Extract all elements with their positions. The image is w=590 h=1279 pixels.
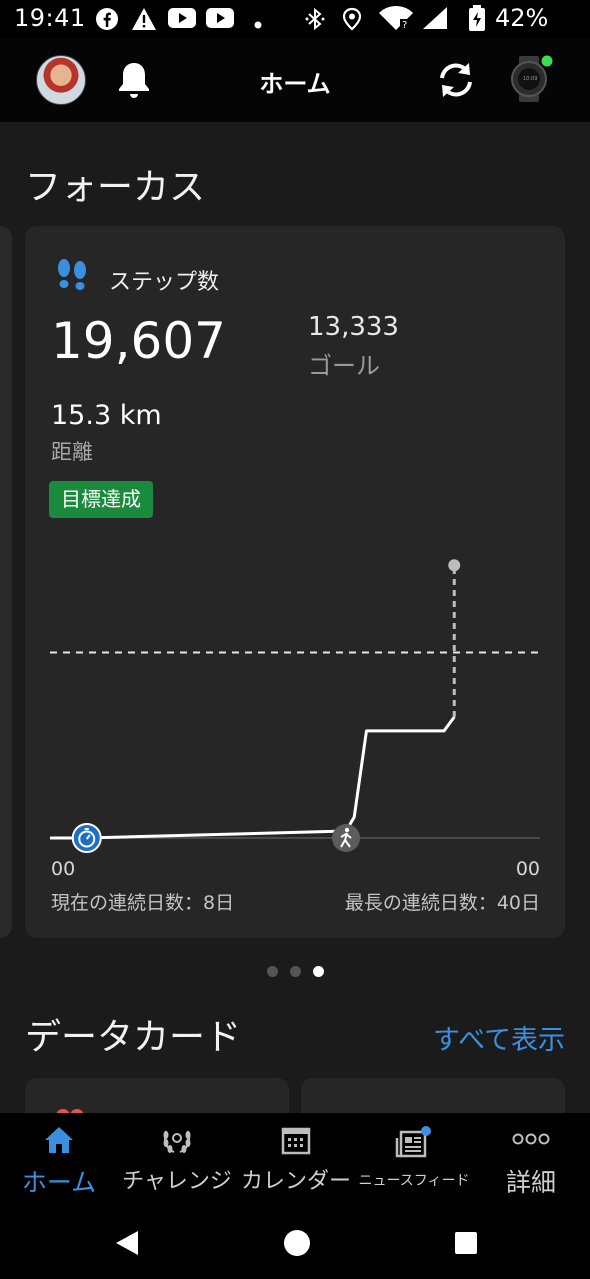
nav-challenges-label: チャレンジ — [122, 1169, 232, 1194]
top-app-bar: ホーム 10:09 — [0, 38, 590, 122]
wifi-icon: ? — [378, 5, 414, 35]
nav-home[interactable]: ホーム — [8, 1113, 110, 1205]
bottom-navigation: ホーム チャレンジ カレンダー ニュースフィード 詳細 — [0, 1113, 590, 1205]
facebook-icon — [95, 7, 119, 35]
steps-total-point — [448, 559, 461, 572]
status-time: 19:41 — [14, 4, 86, 32]
timer-icon — [71, 823, 102, 853]
steps-card[interactable]: ステップ数 19,607 13,333 ゴール 15.3 km 距離 目標達成 … — [25, 226, 565, 938]
watch-icon[interactable]: 10:09 — [508, 54, 554, 108]
current-streak-label: 現在の連続日数：8日 — [51, 892, 235, 914]
newsfeed-icon — [395, 1125, 433, 1163]
steps-chart — [50, 559, 540, 853]
sync-icon[interactable] — [434, 58, 478, 106]
pager-dot-active[interactable] — [312, 966, 324, 977]
pager-dot[interactable] — [266, 966, 278, 977]
focus-pager[interactable] — [0, 962, 590, 981]
data-card[interactable] — [25, 1078, 289, 1113]
location-icon — [342, 7, 362, 35]
bluetooth-icon — [305, 7, 325, 35]
previous-focus-card[interactable] — [0, 226, 12, 938]
battery-percent: 42% — [495, 4, 549, 32]
nav-more-label: 詳細 — [505, 1168, 556, 1197]
heart-icon — [55, 1106, 85, 1113]
nav-newsfeed[interactable]: ニュースフィード — [356, 1113, 472, 1205]
walking-icon — [332, 824, 361, 852]
battery-icon — [468, 4, 486, 36]
pager-dot[interactable] — [289, 966, 301, 977]
nav-more[interactable]: 詳細 — [480, 1113, 582, 1205]
data-card[interactable] — [301, 1078, 565, 1113]
longest-streak-label: 最長の連続日数：40日 — [344, 892, 540, 914]
status-bar: 19:41 ? 42% — [0, 0, 590, 38]
x-tick-end: 00 — [515, 858, 540, 880]
home-button-icon[interactable] — [283, 1229, 311, 1261]
signal-icon — [422, 6, 448, 34]
nav-newsfeed-label: ニュースフィード — [358, 1173, 470, 1189]
focus-section-title: フォーカス — [25, 167, 206, 208]
page-title: ホーム — [259, 70, 331, 98]
nav-calendar-label: カレンダー — [240, 1169, 351, 1194]
youtube-icon — [168, 7, 196, 33]
nav-challenges[interactable]: チャレンジ — [118, 1113, 236, 1205]
laurel-icon — [160, 1125, 194, 1159]
recents-icon[interactable] — [454, 1231, 478, 1259]
home-icon — [43, 1125, 75, 1159]
x-tick-start: 00 — [51, 858, 76, 880]
nav-home-label: ホーム — [21, 1168, 97, 1197]
youtube-icon — [206, 7, 234, 33]
home-content[interactable]: フォーカス ステップ数 19,607 13,333 ゴール 15.3 km 距離… — [0, 122, 590, 1113]
steps-series-line — [50, 716, 456, 840]
back-icon[interactable] — [114, 1229, 140, 1261]
data-cards-section-title: データカード — [25, 1017, 242, 1058]
alert-icon — [131, 7, 157, 35]
calendar-icon — [281, 1125, 311, 1159]
svg-text:?: ? — [402, 20, 407, 31]
system-navigation-bar — [0, 1205, 590, 1279]
more-icon — [512, 1131, 550, 1150]
svg-text:10:09: 10:09 — [523, 76, 537, 82]
nav-calendar[interactable]: カレンダー — [238, 1113, 354, 1205]
view-all-link[interactable]: すべて表示 — [433, 1018, 565, 1057]
notification-dot-icon — [254, 14, 262, 33]
